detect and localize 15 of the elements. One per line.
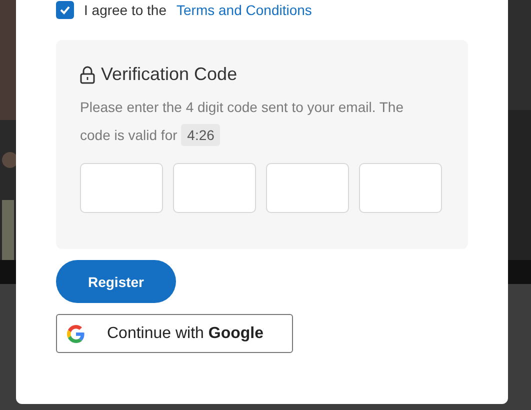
google-sign-in-button[interactable]: Continue with Google — [56, 314, 293, 353]
checkmark-icon — [59, 4, 71, 16]
checkbox[interactable] — [56, 1, 74, 19]
code-digit-field[interactable] — [359, 163, 442, 213]
code-digit-field[interactable] — [266, 163, 349, 213]
code-digit-field[interactable] — [173, 163, 256, 213]
google-logo-icon — [67, 324, 85, 342]
lock-icon — [80, 66, 95, 84]
terms-link[interactable]: Terms and Conditions — [176, 2, 312, 18]
register-button[interactable]: Register — [56, 260, 176, 303]
section-title: Verification Code — [101, 64, 238, 85]
code-digit-field[interactable] — [80, 163, 163, 213]
countdown-timer: 4:26 — [181, 124, 220, 146]
agreement-text: I agree to the — [84, 2, 167, 18]
instruction-text: Please enter the 4 digit code sent to your email. The code is valid for 4:26 — [80, 93, 435, 149]
